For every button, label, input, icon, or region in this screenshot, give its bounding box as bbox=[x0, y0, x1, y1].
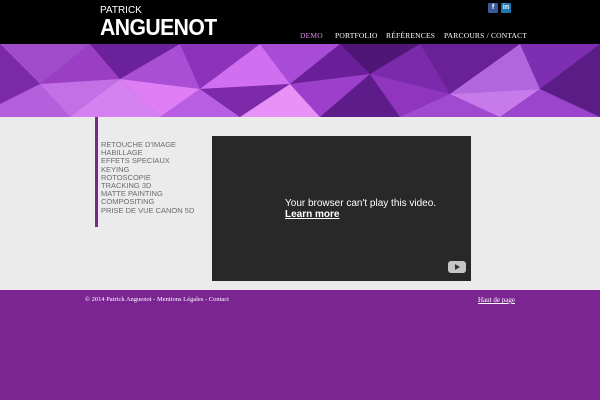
nav-parcours-contact[interactable]: PARCOURS / CONTACT bbox=[444, 31, 527, 41]
copyright-text: © 2014 Patrick Anguenot bbox=[85, 296, 152, 303]
nav-portfolio[interactable]: PORTFOLIO bbox=[335, 31, 378, 41]
menu-item-prise-de-vue[interactable]: PRISE DE VUE CANON 5D bbox=[101, 206, 194, 215]
site-header: PATRICK ANGUENOT f in DEMO PORTFOLIO RÉF… bbox=[0, 0, 600, 44]
footer-contact-link[interactable]: Contact bbox=[209, 296, 229, 303]
video-error-text: Your browser can't play this video. bbox=[285, 198, 437, 209]
facebook-icon[interactable]: f bbox=[488, 3, 498, 13]
footer-copyright: © 2014 Patrick Anguenot - Mentions Légal… bbox=[85, 296, 229, 303]
site-logo[interactable]: PATRICK ANGUENOT bbox=[100, 5, 217, 41]
polygon-banner-image bbox=[0, 44, 600, 117]
linkedin-icon[interactable]: in bbox=[501, 3, 511, 13]
back-to-top-link[interactable]: Haut de page bbox=[478, 296, 515, 304]
main-content: RETOUCHE D'IMAGE HABILLAGE EFFETS SPECIA… bbox=[0, 117, 600, 290]
logo-last-name: ANGUENOT bbox=[100, 14, 217, 40]
mentions-legales-link[interactable]: Mentions Légales bbox=[157, 296, 203, 303]
video-player[interactable]: Your browser can't play this video. Lear… bbox=[212, 136, 471, 281]
site-footer: © 2014 Patrick Anguenot - Mentions Légal… bbox=[0, 290, 600, 400]
sidebar-accent-bar bbox=[95, 117, 98, 227]
youtube-icon[interactable] bbox=[448, 261, 466, 273]
video-error-message: Your browser can't play this video. Lear… bbox=[285, 198, 436, 220]
nav-demo[interactable]: DEMO bbox=[300, 31, 323, 41]
hero-banner bbox=[0, 44, 600, 117]
learn-more-link[interactable]: Learn more bbox=[285, 209, 436, 220]
nav-references[interactable]: RÉFÉRENCES bbox=[386, 31, 435, 41]
services-menu: RETOUCHE D'IMAGE HABILLAGE EFFETS SPECIA… bbox=[101, 140, 194, 215]
